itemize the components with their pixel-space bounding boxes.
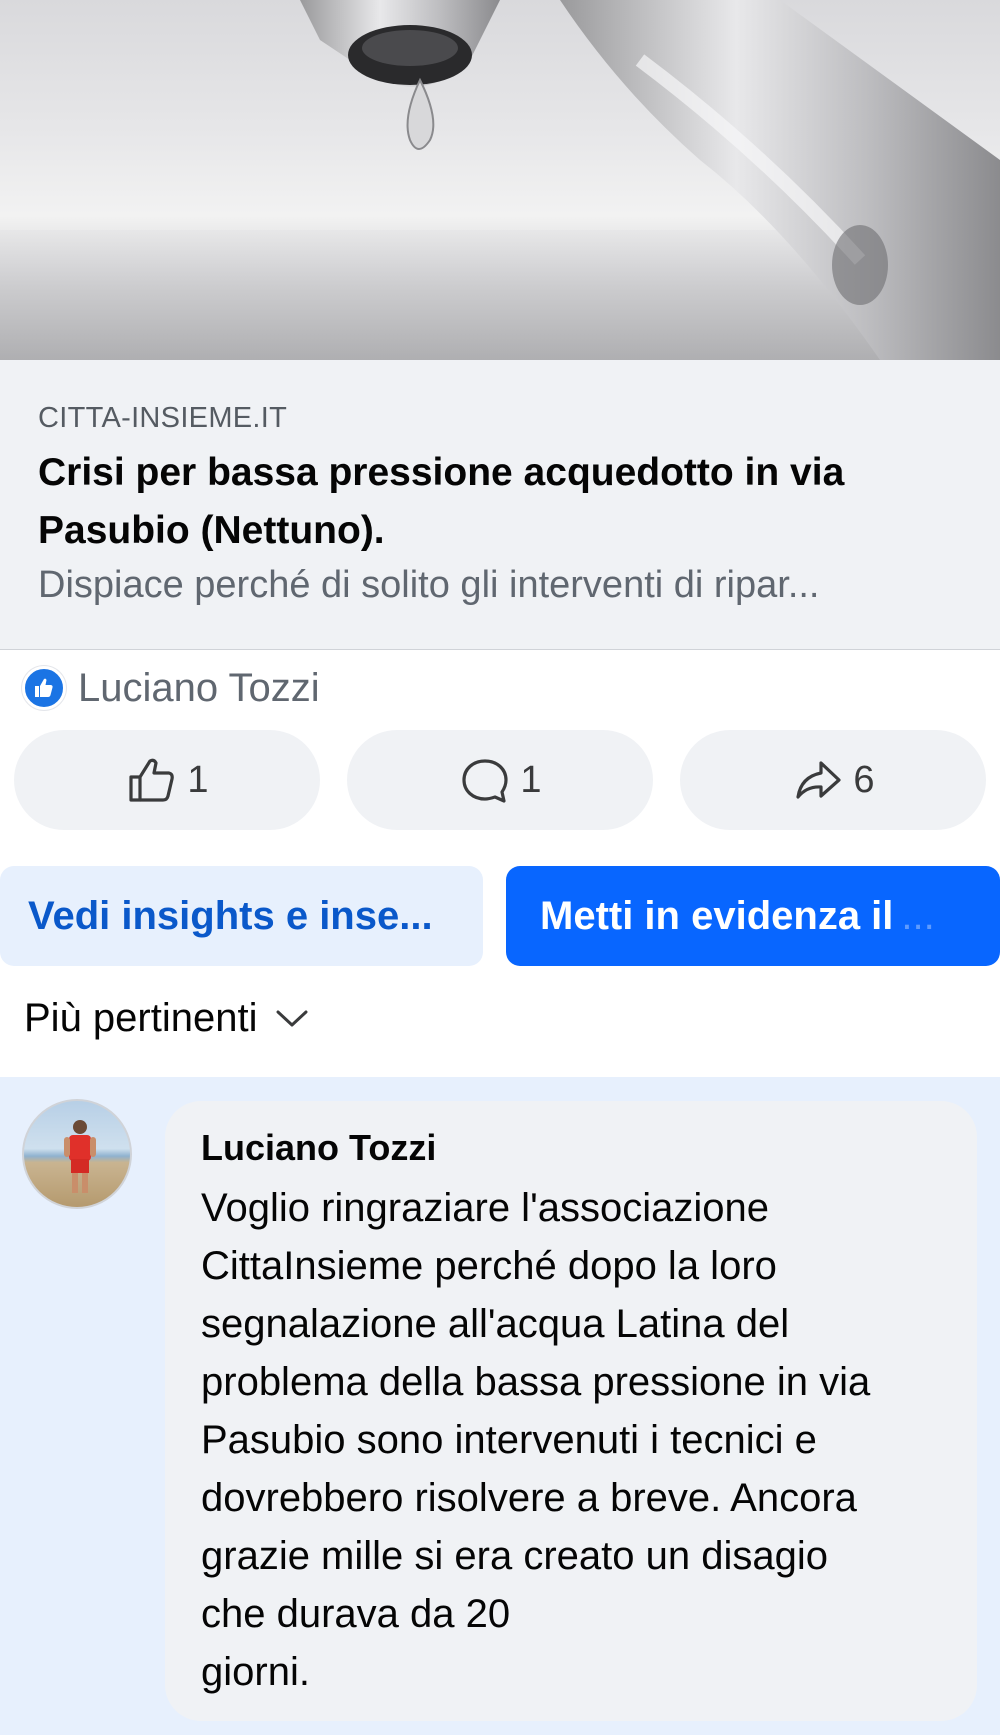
comment-line: CittaInsieme perché dopo la loro bbox=[201, 1244, 777, 1288]
comment-author[interactable]: Luciano Tozzi bbox=[201, 1127, 436, 1169]
comment-bubble[interactable]: Luciano Tozzi Voglio ringraziare l'assoc… bbox=[165, 1101, 977, 1721]
share-button[interactable]: 6 bbox=[680, 730, 986, 830]
comment-count: 1 bbox=[520, 758, 542, 801]
link-title: Crisi per bassa pressione acquedotto in … bbox=[38, 451, 845, 552]
link-preview-image[interactable] bbox=[0, 0, 1000, 360]
comment-line: che durava da 20 bbox=[201, 1592, 511, 1636]
comment-line: Pasubio sono intervenuti i tecnici e bbox=[201, 1418, 817, 1462]
insights-button[interactable]: Vedi insights e inse... bbox=[0, 866, 483, 966]
faucet-photo bbox=[0, 0, 1000, 360]
comment-sort-dropdown[interactable]: Più pertinenti bbox=[24, 996, 309, 1041]
avatar[interactable] bbox=[22, 1099, 132, 1209]
boost-post-button[interactable]: Metti in evidenza il ... bbox=[506, 866, 1000, 966]
link-description: Dispiace perché di solito gli interventi… bbox=[38, 564, 820, 606]
reactor-name: Luciano Tozzi bbox=[78, 665, 320, 710]
like-button[interactable]: 1 bbox=[14, 730, 320, 830]
comment-text: Voglio ringraziare l'associazione CittaI… bbox=[201, 1179, 961, 1701]
thumbs-up-icon bbox=[22, 666, 66, 710]
comment-line: Voglio ringraziare l'associazione bbox=[201, 1186, 769, 1230]
link-domain: CITTA-INSIEME.IT bbox=[38, 402, 288, 434]
chevron-down-icon bbox=[276, 1010, 308, 1026]
insights-button-label: Vedi insights e inse... bbox=[28, 893, 433, 938]
boost-button-ellipsis: ... bbox=[901, 893, 935, 938]
person-on-beach-photo bbox=[64, 1120, 96, 1193]
like-count: 1 bbox=[187, 758, 209, 801]
comment-line: giorni. bbox=[201, 1650, 310, 1694]
comment-line: grazie mille si era creato un disagio bbox=[201, 1534, 828, 1578]
comment-line: dovrebbero risolvere a breve. Ancora bbox=[201, 1476, 857, 1520]
comment-button[interactable]: 1 bbox=[347, 730, 653, 830]
thumbs-up-outline-icon bbox=[129, 758, 175, 802]
sort-label: Più pertinenti bbox=[24, 996, 258, 1040]
comment-line: segnalazione all'acqua Latina del bbox=[201, 1302, 790, 1346]
comment-line: problema della bassa pressione in via bbox=[201, 1360, 871, 1404]
share-arrow-icon bbox=[796, 761, 842, 799]
link-preview-card[interactable]: CITTA-INSIEME.IT Crisi per bassa pressio… bbox=[0, 360, 1000, 650]
share-count: 6 bbox=[853, 758, 875, 801]
boost-button-label: Metti in evidenza il bbox=[540, 893, 894, 938]
comment-list: Luciano Tozzi Voglio ringraziare l'assoc… bbox=[0, 1077, 1000, 1735]
comment-icon bbox=[462, 759, 509, 803]
reactions-summary[interactable]: Luciano Tozzi bbox=[22, 666, 320, 710]
